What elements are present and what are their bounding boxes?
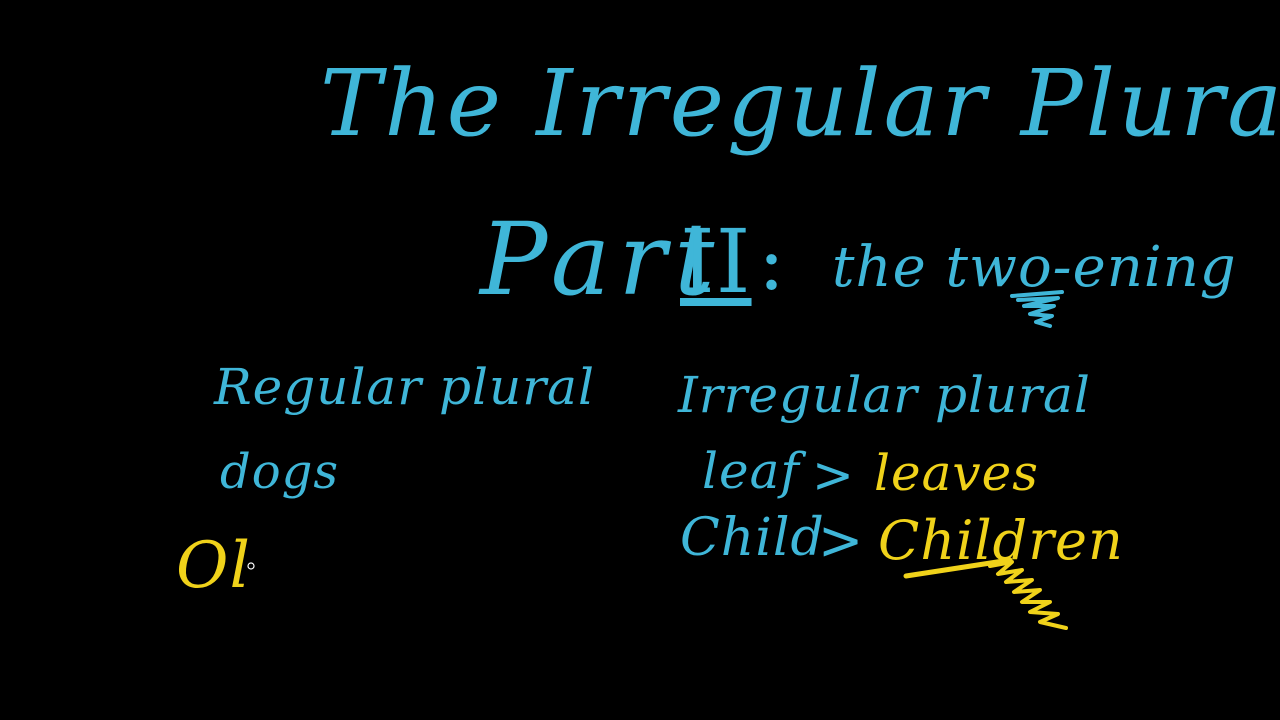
children-underline: [903, 557, 1013, 579]
subtitle-scribble: [1010, 290, 1064, 328]
pen-cursor-dot: [247, 562, 255, 570]
blackboard-canvas: The Irregular Plural, Part II : the two-…: [0, 0, 1280, 720]
chalk-strokes: [247, 290, 1068, 630]
children-zigzag: [988, 560, 1068, 630]
